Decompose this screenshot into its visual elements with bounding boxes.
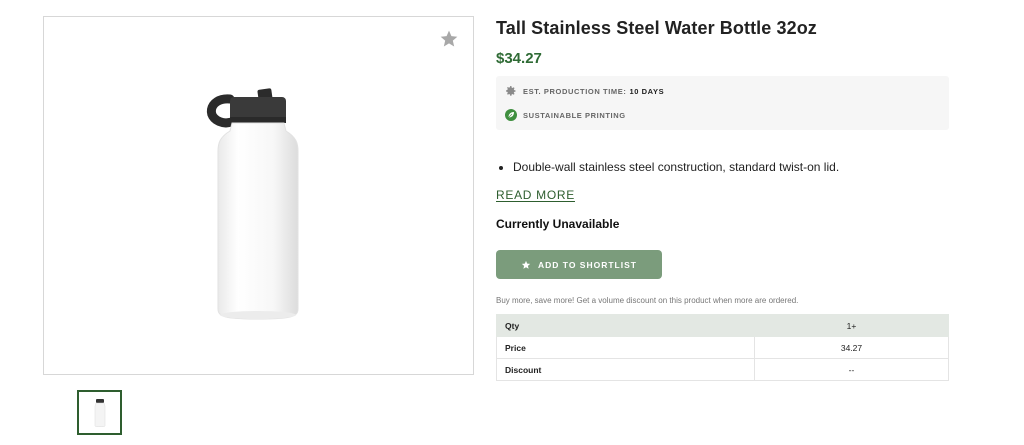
volume-discount-table: Qty 1+ Price 34.27 Discount -- xyxy=(496,314,949,381)
sustainable-printing-label: Sustainable printing xyxy=(523,110,626,120)
production-info-box: Est. production time: 10 days Sustainabl… xyxy=(496,76,949,130)
product-main-image xyxy=(43,16,474,375)
water-bottle-thumbnail xyxy=(94,398,105,427)
list-item: Double-wall stainless steel construction… xyxy=(513,159,839,175)
table-cell-label: Discount xyxy=(496,358,755,381)
star-icon xyxy=(521,260,531,270)
water-bottle-image xyxy=(206,88,299,320)
table-cell-value: 34.27 xyxy=(754,336,949,359)
add-to-shortlist-button[interactable]: ADD TO SHORTLIST xyxy=(496,250,662,279)
availability-status: Currently Unavailable xyxy=(496,217,620,231)
production-time-value: 10 days xyxy=(629,86,665,96)
description-list: Double-wall stainless steel construction… xyxy=(496,159,839,175)
read-more-link[interactable]: READ MORE xyxy=(496,188,575,202)
table-row: Discount -- xyxy=(496,358,949,381)
table-row: Qty 1+ xyxy=(496,314,949,337)
gear-icon xyxy=(505,85,517,97)
table-row: Price 34.27 xyxy=(496,336,949,359)
table-cell-value: 1+ xyxy=(754,314,949,337)
product-price: $34.27 xyxy=(496,50,542,67)
production-time-label: Est. production time: xyxy=(523,86,627,96)
volume-discount-note: Buy more, save more! Get a volume discou… xyxy=(496,296,799,305)
add-to-shortlist-label: ADD TO SHORTLIST xyxy=(538,259,637,270)
production-time-badge: Est. production time: 10 days xyxy=(505,85,664,97)
star-icon[interactable] xyxy=(439,29,459,49)
product-title: Tall Stainless Steel Water Bottle 32oz xyxy=(496,18,817,38)
table-cell-label: Qty xyxy=(496,314,755,337)
sustainable-printing-badge: Sustainable printing xyxy=(505,109,626,121)
thumbnail-image[interactable] xyxy=(77,390,122,435)
table-cell-label: Price xyxy=(496,336,755,359)
table-cell-value: -- xyxy=(754,358,949,381)
leaf-icon xyxy=(505,109,517,121)
